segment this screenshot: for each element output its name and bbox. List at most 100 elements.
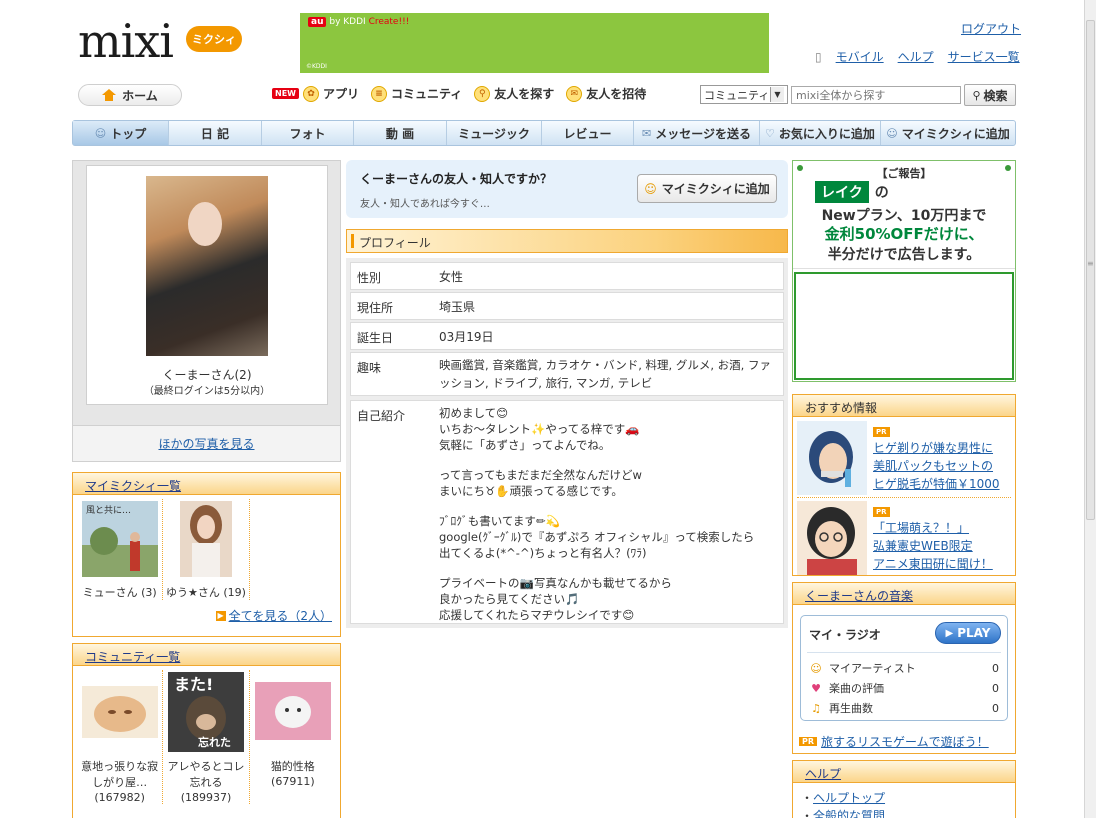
scrollbar-thumb[interactable] [1086,20,1095,520]
apps-link[interactable]: NEW ✿ アプリ [272,85,359,102]
mymixi-grid: 風と共に… ミューさん (3) ゆう★さん (19) [73,495,340,600]
community-list-link[interactable]: コミュニティ一覧 [85,650,180,664]
see-all-friends[interactable]: ▶ 全てを見る（2人） [215,607,332,624]
send-message-button[interactable]: ✉ メッセージを送る [634,121,760,145]
tab-top[interactable]: ☺ トップ [73,121,169,145]
profile-value: 映画鑑賞, 音楽鑑賞, カラオケ・バンド, 料理, グルメ, お酒, ファッショ… [439,358,771,390]
invite-friends-link[interactable]: ✉ 友人を招待 [566,85,646,102]
ad-brand: au by KDDI Create!!! [308,17,409,27]
friend-name[interactable]: ゆう★さん (19) [163,584,248,600]
add-mymixi-nav-button[interactable]: ☺ マイミクシィに追加 [881,121,1015,145]
search-button[interactable]: ⚲ 検索 [964,84,1016,106]
svg-text:また!: また! [174,675,213,694]
tab-video[interactable]: 動 画 [354,121,447,145]
help-faq-link[interactable]: 全般的な質問 [813,809,885,818]
community-item[interactable]: また! 忘れた アレやるとコレ忘れる (189937) [163,670,250,804]
tab-review[interactable]: レビュー [542,121,634,145]
tab-diary-label: 日 記 [200,126,230,141]
apps-label: アプリ [322,87,359,101]
divider [807,652,1001,653]
add-favorite-button[interactable]: ♡ お気に入りに追加 [760,121,881,145]
recommend-link[interactable]: 「工場萌え？！」 [873,521,969,535]
help-box: ヘルプ ・ヘルプトップ ・全般的な質問 [792,760,1016,818]
pr-badge: PR [799,737,818,746]
mobile-icon: ▯ [815,49,822,64]
stat-value: 0 [992,661,999,675]
tab-music[interactable]: ミュージック [447,121,542,145]
friend-item[interactable]: 風と共に… ミューさん (3) [77,499,164,600]
profile-photo[interactable] [146,176,268,356]
friend-name[interactable]: ミューさん (3) [77,584,162,600]
community-item[interactable]: 猫的性格 (67911) [250,670,336,804]
svg-text:忘れた: 忘れた [198,735,231,749]
help-link[interactable]: ヘルプ [898,48,934,65]
recommend-link[interactable]: 美肌パックもセットの [873,459,993,473]
more-photos-link[interactable]: ほかの写真を見る [158,435,254,452]
intro-line: 良かったら見てください🎵 [439,592,580,606]
ad-line: 金利50%OFFだけに、 [824,225,984,243]
add-mymixi-button[interactable]: ☺ マイミクシィに追加 [637,174,777,203]
recommend-item[interactable]: PR ヒゲ剃りが嫌な男性に 美肌パックもセットの ヒゲ脱毛が特価￥1000 [797,421,1011,497]
tab-top-label: トップ [110,126,147,141]
my-radio-panel: マイ・ラジオ ▶ PLAY ☺ マイアーティスト 0 ♥ 楽曲の評価 0 ♫ 再… [800,615,1008,721]
mixi-logo[interactable]: mixi ミクシィ [78,14,248,70]
community-link[interactable]: ≡ コミュニティ [371,85,462,102]
intro-line: まいにち♉✋頑張ってる感じです。 [439,484,623,498]
friend-item[interactable]: ゆう★さん (19) [163,499,250,600]
help-title-link[interactable]: ヘルプ [805,767,841,781]
tab-music-label: ミュージック [458,126,530,141]
friend-empty-slot [250,499,336,600]
invite-friends-label: 友人を招待 [586,87,647,101]
side-banner-ad[interactable]: 【ご報告】 レイク の Newプラン、10万円まで 金利50%OFFだけに、 半… [792,160,1016,382]
profile-key: 趣味 [357,361,382,375]
search-scope-select[interactable]: コミュニティ ▼ [700,85,788,104]
search-input[interactable] [791,86,961,104]
music-stat: ♫ 再生曲数 0 [809,700,999,716]
help-top-link[interactable]: ヘルプトップ [813,791,885,805]
service-list-link[interactable]: サービス一覧 [948,48,1020,65]
logo-text: mixi [78,14,174,68]
ad-logo: レイク の [815,181,889,203]
find-friends-link[interactable]: ⚲ 友人を探す [474,85,554,102]
recommend-link[interactable]: アニメ東田研に聞け！ [873,557,993,571]
profile-header: プロフィール [346,229,788,253]
vertical-scrollbar[interactable]: ≡ [1084,0,1096,818]
find-friends-label: 友人を探す [494,87,555,101]
recommend-link[interactable]: ヒゲ剃りが嫌な男性に [873,441,993,455]
intro-line: ﾌﾞﾛｸﾞも書いてます✏💫 [439,514,560,528]
community-item[interactable]: 意地っ張りな寂しがり屋… (167982) [77,670,164,804]
help-item: ・ヘルプトップ [801,791,886,805]
recommend-link[interactable]: 弘兼憲史WEB限定 [873,539,973,553]
see-all-friends-link[interactable]: 全てを見る（2人） [229,607,332,624]
play-button[interactable]: ▶ PLAY [935,622,1001,644]
profile-value: 埼玉県 [439,300,476,314]
tab-review-label: レビュー [563,126,612,141]
add-mymixi-nav-label: マイミクシィに追加 [901,126,1010,141]
magnifier-icon: ⚲ [474,85,491,102]
mobile-link[interactable]: モバイル [836,48,884,65]
recommend-link[interactable]: ヒゲ脱毛が特価￥1000 [873,477,1000,491]
community-name: アレやるとコレ忘れる [167,760,245,789]
tab-photo[interactable]: フォト [262,121,354,145]
community-count: (67911) [271,775,315,788]
tab-diary[interactable]: 日 記 [169,121,262,145]
top-banner-ad[interactable]: au by KDDI Create!!! ©KDDI [300,13,769,73]
mymixi-list-link[interactable]: マイミクシィ一覧 [85,479,181,493]
intro-text: 初めまして😊 いちお～タレント✨やってる梓です🚗 気軽に「あずさ」ってよんでね。… [439,405,779,623]
chevron-down-icon[interactable]: ▼ [770,87,784,102]
music-title-link[interactable]: くーまーさんの音楽 [805,589,913,603]
ad-empty-frame[interactable] [794,272,1014,380]
tab-video-label: 動 画 [385,126,415,141]
logout-link[interactable]: ログアウト [961,20,1021,37]
lake-ad[interactable]: 【ご報告】 レイク の Newプラン、10万円まで 金利50%OFFだけに、 半… [793,161,1015,269]
recommend-item[interactable]: PR 「工場萌え？！」 弘兼憲史WEB限定 アニメ東田研に聞け！ [797,501,1011,577]
ad-line: Newプラン、10万円まで [821,208,987,224]
home-button[interactable]: ホーム [78,84,182,106]
recommend-image [797,501,867,575]
stat-label: マイアーティスト [829,662,916,675]
people-icon: ☺ [886,126,898,140]
tab-photo-label: フォト [289,126,326,141]
music-pr: PR 旅するリスモゲームで遊ぼう！ [799,733,989,750]
friend-prompt-sub: 友人・知人であれば今すぐ… [360,199,490,210]
music-pr-link[interactable]: 旅するリスモゲームで遊ぼう！ [821,733,989,750]
